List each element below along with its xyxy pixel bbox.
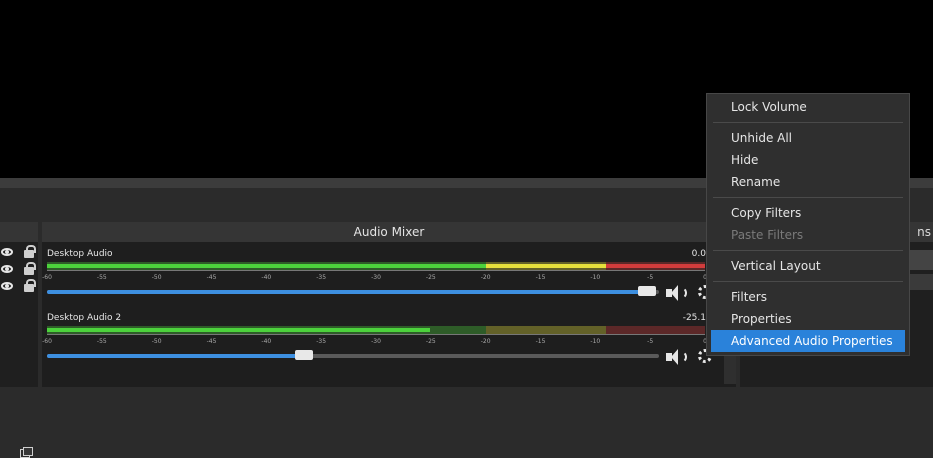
mixer-channel-desktop-audio-2: Desktop Audio 2 -25.1 -60 -55 -50 -45 -40 -35… <box>42 308 736 370</box>
meter-tick-label: -5 <box>647 338 654 345</box>
volume-slider-handle[interactable] <box>295 350 314 360</box>
menu-item-filters[interactable]: Filters <box>711 286 905 308</box>
menu-separator <box>713 197 903 198</box>
menu-item-rename[interactable]: Rename <box>711 171 905 193</box>
undock-icon[interactable] <box>20 447 33 458</box>
volume-slider[interactable] <box>47 350 659 360</box>
meter-tick-label: -60 <box>42 274 52 281</box>
eye-icon[interactable] <box>1 248 13 256</box>
source-row[interactable] <box>0 262 38 279</box>
channel-db-readout: 0.0 <box>691 249 706 259</box>
meter-level <box>47 328 430 332</box>
channel-name: Desktop Audio <box>47 249 113 259</box>
meter-tick-label: -45 <box>206 274 217 281</box>
meter-tick-label: -40 <box>261 274 272 281</box>
meter-tick-label: -25 <box>425 338 436 345</box>
menu-separator <box>713 281 903 282</box>
meter-tick-label: -40 <box>261 338 272 345</box>
menu-item-lock-volume[interactable]: Lock Volume <box>711 96 905 118</box>
mixer-channel-desktop-audio: Desktop Audio 0.0 -60 -55 -50 -45 -40 -35 -30 -… <box>42 244 736 306</box>
meter-tick-label: -55 <box>96 338 107 345</box>
meter-tick-label: -15 <box>535 274 546 281</box>
menu-separator <box>713 250 903 251</box>
sources-dock-header <box>0 222 38 458</box>
meter-tick-label: -35 <box>316 274 327 281</box>
source-row[interactable] <box>0 279 38 296</box>
source-row[interactable] <box>0 245 38 262</box>
volume-slider-fill <box>47 354 305 358</box>
eye-icon[interactable] <box>1 282 13 290</box>
speaker-icon[interactable] <box>666 284 688 302</box>
meter-tick-label: -50 <box>151 338 162 345</box>
lock-icon[interactable] <box>24 245 36 258</box>
meter-tick-label: -20 <box>480 274 491 281</box>
menu-item-advanced-audio-properties[interactable]: Advanced Audio Properties <box>711 330 905 352</box>
meter-tick-label: -15 <box>535 338 546 345</box>
menu-separator <box>713 122 903 123</box>
meter-tick-label: -60 <box>42 338 52 345</box>
volume-slider-fill <box>47 290 647 294</box>
volume-slider[interactable] <box>47 286 659 296</box>
meter-zone <box>485 326 607 334</box>
meter-level <box>47 264 486 268</box>
lock-icon[interactable] <box>24 262 36 275</box>
channel-db-readout: -25.1 <box>682 313 706 323</box>
meter-tick-label: -20 <box>480 338 491 345</box>
channel-name: Desktop Audio 2 <box>47 313 122 323</box>
context-menu: Lock Volume Unhide All Hide Rename Copy Filt… <box>706 93 910 356</box>
meter-tick-label: -30 <box>371 338 381 345</box>
meter-tick-label: -35 <box>316 338 327 345</box>
meter-tick-label: -45 <box>206 338 217 345</box>
menu-item-vertical-layout[interactable]: Vertical Layout <box>711 255 905 277</box>
volume-meter <box>47 326 705 334</box>
volume-meter <box>47 262 705 270</box>
meter-tick-label: -30 <box>371 274 381 281</box>
meter-zone <box>606 326 705 334</box>
meter-tick-label: -10 <box>590 338 601 345</box>
menu-item-copy-filters[interactable]: Copy Filters <box>711 202 905 224</box>
meter-tick-label: -55 <box>96 274 107 281</box>
meter-tick-label: -5 <box>647 274 654 281</box>
lock-icon[interactable] <box>24 279 36 292</box>
menu-item-paste-filters: Paste Filters <box>731 228 804 242</box>
meter-tick-label: -10 <box>590 274 601 281</box>
meter-level <box>485 264 607 268</box>
menu-item-unhide-all[interactable]: Unhide All <box>711 127 905 149</box>
meter-tick-label: -25 <box>425 274 436 281</box>
meter-tick-label: -50 <box>151 274 162 281</box>
menu-item-hide[interactable]: Hide <box>711 149 905 171</box>
menu-item-properties[interactable]: Properties <box>711 308 905 330</box>
eye-icon[interactable] <box>1 265 13 273</box>
audio-mixer-title: Audio Mixer <box>42 222 736 242</box>
speaker-icon[interactable] <box>666 348 688 366</box>
meter-level <box>606 264 705 268</box>
audio-mixer-panel: Desktop Audio 0.0 -60 -55 -50 -45 -40 -35 -30 -… <box>42 242 736 387</box>
volume-slider-handle[interactable] <box>637 286 656 296</box>
